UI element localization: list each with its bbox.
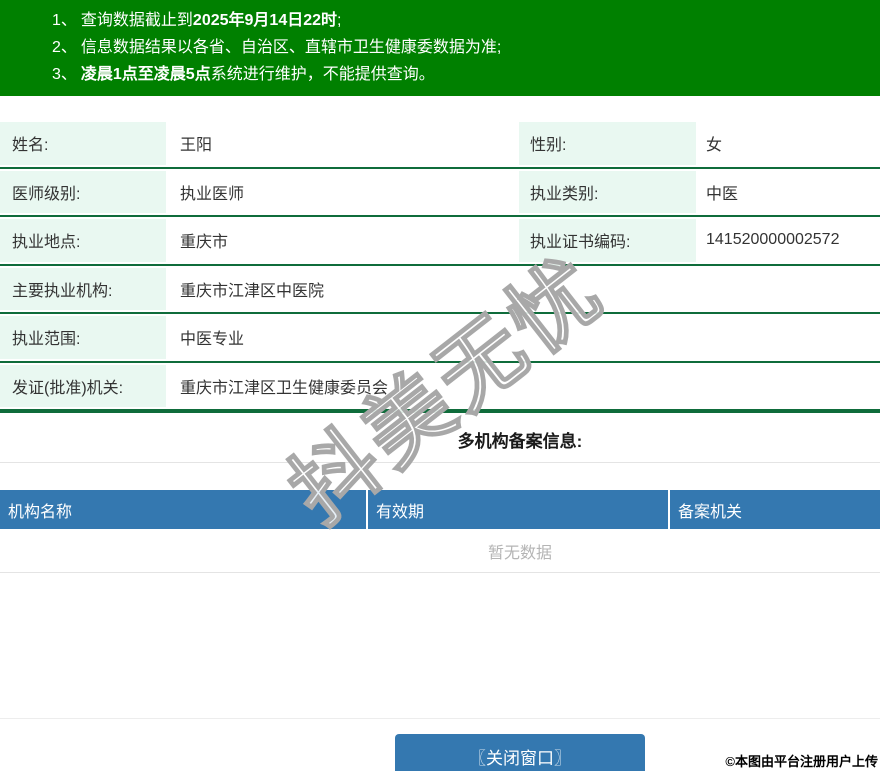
table-row-location-certno: 执业地点: 重庆市 执业证书编码: 141520000002572: [0, 217, 880, 266]
physician-query-result-page: 1、 查询数据截止到2025年9月14日22时; 2、 信息数据结果以各省、自治区、…: [0, 0, 880, 771]
main-org-label: 主要执业机构:: [0, 267, 166, 310]
table-row-level-category: 医师级别: 执业医师 执业类别: 中医: [0, 169, 880, 217]
column-header-authority: 备案机关: [678, 503, 743, 521]
notice-text: 系统进行维护，不能提供查询。: [210, 66, 435, 83]
column-header-valid-date: 有效期: [368, 490, 670, 529]
cert-no-label: 执业证书编码:: [519, 219, 696, 262]
column-header-org-name: 机构名称: [0, 490, 368, 529]
multi-org-filing-title: 多机构备案信息:: [457, 432, 583, 451]
notice-line-2: 2、 信息数据结果以各省、自治区、直辖市卫生健康委数据为准;: [52, 34, 880, 61]
notice-text-bold: 凌晨1点至凌晨5点: [80, 66, 211, 83]
name-label: 姓名:: [0, 122, 166, 165]
notice-number: 3、: [52, 66, 77, 83]
location-label: 执业地点:: [0, 219, 166, 262]
name-value: 王阳: [180, 137, 213, 155]
filing-table-empty-row: 暂无数据: [0, 529, 880, 573]
close-window-button[interactable]: 〖关闭窗口〗: [395, 734, 645, 771]
level-label: 医师级别:: [0, 170, 166, 213]
notice-text: ;: [337, 12, 342, 29]
notice-text: 信息数据结果以各省、自治区、直辖市卫生健康委数据为准;: [80, 39, 502, 56]
notice-banner: 1、 查询数据截止到2025年9月14日22时; 2、 信息数据结果以各省、自治区、…: [0, 0, 880, 96]
physician-info-table: 姓名: 王阳 性别: 女 医师级别: 执业医师 执业类别: 中医 执业地点: 重…: [0, 120, 880, 413]
notice-number: 1、: [52, 12, 77, 29]
table-row-scope: 执业范围: 中医专业: [0, 314, 880, 363]
scope-label: 执业范围:: [0, 316, 166, 359]
location-value: 重庆市: [180, 234, 229, 252]
issuer-label: 发证(批准)机关:: [0, 364, 166, 407]
gender-value: 女: [706, 137, 723, 155]
filing-table-header: 机构名称 有效期 备案机关: [0, 490, 880, 529]
gender-label: 性别:: [519, 122, 696, 165]
table-row-main-org: 主要执业机构: 重庆市江津区中医院: [0, 266, 880, 314]
category-label: 执业类别:: [519, 170, 696, 213]
scope-value: 中医专业: [180, 331, 245, 349]
notice-line-1: 1、 查询数据截止到2025年9月14日22时;: [52, 7, 880, 34]
table-row-name-gender: 姓名: 王阳 性别: 女: [0, 120, 880, 169]
divider-line: [0, 462, 880, 463]
notice-text: 查询数据截止到: [80, 12, 193, 29]
issuer-value: 重庆市江津区卫生健康委员会: [180, 379, 389, 397]
category-value: 中医: [706, 185, 739, 203]
table-row-issuer: 发证(批准)机关: 重庆市江津区卫生健康委员会: [0, 363, 880, 413]
no-data-text: 暂无数据: [487, 544, 552, 562]
level-value: 执业医师: [180, 185, 245, 203]
divider-line: [0, 718, 880, 719]
uploader-stamp-text: ©本图由平台注册用户上传: [725, 754, 878, 769]
notice-number: 2、: [52, 39, 77, 56]
notice-text-bold: 2025年9月14日22时: [192, 12, 338, 29]
main-org-value: 重庆市江津区中医院: [180, 282, 325, 300]
notice-line-3: 3、 凌晨1点至凌晨5点系统进行维护，不能提供查询。: [52, 61, 880, 88]
cert-no-value: 141520000002572: [706, 231, 840, 249]
